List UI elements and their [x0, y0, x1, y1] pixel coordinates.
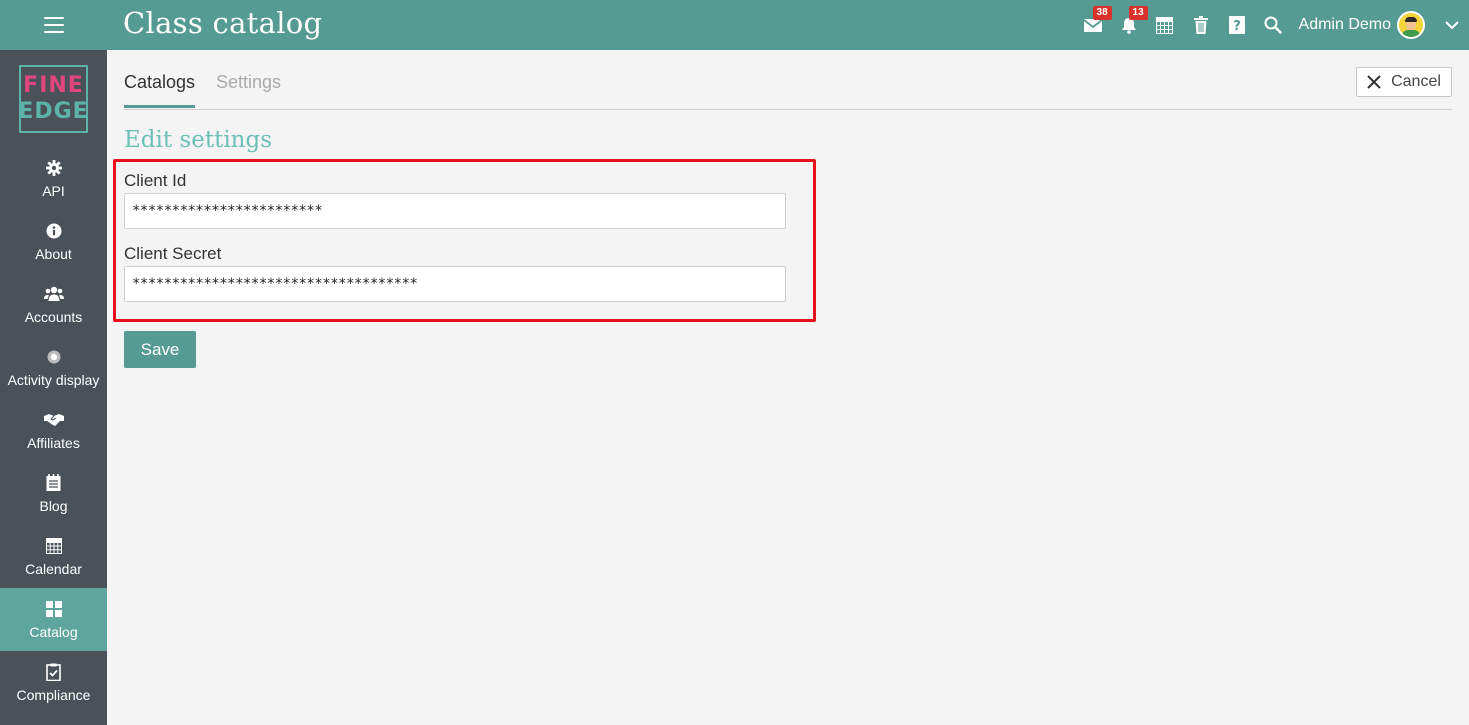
cancel-label: Cancel — [1391, 73, 1441, 90]
sidebar-item-blog[interactable]: Blog — [0, 462, 107, 525]
sidebar-item-calendar[interactable]: Calendar — [0, 525, 107, 588]
grid-icon — [45, 600, 62, 617]
sidebar-item-label: Compliance — [16, 686, 91, 703]
sidebar-item-label: Activity display — [7, 371, 100, 388]
sidebar-item-about[interactable]: About — [0, 210, 107, 273]
messages-button[interactable]: 38 — [1075, 0, 1112, 50]
client-secret-label: Client Secret — [124, 244, 222, 263]
help-icon: ? — [1228, 16, 1245, 34]
tab-bar: Catalogs Settings — [124, 62, 1452, 110]
handshake-icon — [43, 413, 64, 426]
sidebar-item-label: Accounts — [24, 308, 83, 325]
sidebar-item-api[interactable]: API — [0, 147, 107, 210]
sidebar-item-label: About — [35, 245, 72, 262]
cancel-button[interactable]: Cancel — [1356, 67, 1452, 97]
menu-button[interactable] — [0, 0, 107, 50]
tab-catalogs[interactable]: Catalogs — [124, 72, 196, 108]
close-icon — [1367, 75, 1381, 89]
help-button[interactable]: ? — [1219, 0, 1255, 50]
notepad-icon — [46, 474, 61, 491]
header-actions: 38 13 ? Admin Demo — [1075, 0, 1469, 50]
sidebar-item-catalog[interactable]: Catalog — [0, 588, 107, 651]
notifications-badge: 13 — [1128, 6, 1148, 20]
sidebar-nav: API About Accounts Activity display Affi… — [0, 147, 107, 714]
chevron-down-icon — [1445, 20, 1459, 29]
logo-line-2: EDGE — [18, 99, 89, 124]
calendar-icon — [45, 537, 62, 554]
sidebar-item-accounts[interactable]: Accounts — [0, 273, 107, 336]
sidebar-item-affiliates[interactable]: Affiliates — [0, 399, 107, 462]
search-icon — [1264, 16, 1282, 34]
logo-line-1: FINE — [23, 73, 84, 98]
gear-icon — [45, 159, 62, 176]
sidebar-item-label: Calendar — [25, 560, 82, 577]
fine-edge-logo[interactable]: FINE EDGE — [18, 65, 89, 133]
svg-text:?: ? — [1233, 19, 1241, 34]
sidebar-item-compliance[interactable]: Compliance — [0, 651, 107, 714]
messages-badge: 38 — [1092, 6, 1112, 20]
page-title: Class catalog — [123, 6, 323, 40]
section-title: Edit settings — [124, 127, 273, 153]
sidebar-item-label: API — [42, 182, 65, 199]
calendar-button[interactable] — [1147, 0, 1183, 50]
calendar-grid-icon — [1156, 16, 1174, 34]
sidebar: FINE EDGE API About Accounts Activity di… — [0, 50, 107, 725]
sidebar-item-activity-display[interactable]: Activity display — [0, 336, 107, 399]
sidebar-item-label: Catalog — [29, 623, 78, 640]
avatar[interactable] — [1397, 11, 1425, 39]
info-icon — [46, 223, 61, 238]
menu-icon — [43, 17, 64, 33]
save-button[interactable]: Save — [124, 331, 196, 368]
notifications-button[interactable]: 13 — [1111, 0, 1148, 50]
user-menu-toggle[interactable] — [1435, 0, 1469, 50]
client-id-label: Client Id — [124, 171, 187, 190]
tab-settings[interactable]: Settings — [216, 72, 281, 105]
client-id-field[interactable]: ************************ — [124, 193, 786, 229]
sidebar-item-label: Affiliates — [27, 434, 80, 451]
user-name[interactable]: Admin Demo — [1299, 16, 1391, 34]
search-button[interactable] — [1255, 0, 1291, 50]
dot-circle-icon — [47, 350, 60, 363]
sidebar-item-label: Blog — [39, 497, 68, 514]
trash-button[interactable] — [1183, 0, 1219, 50]
client-secret-field[interactable]: ************************************ — [124, 266, 786, 302]
users-icon — [43, 286, 64, 301]
top-bar: Class catalog 38 13 ? Admin Demo — [0, 0, 1469, 50]
trash-icon — [1193, 16, 1208, 34]
clipboard-check-icon — [46, 663, 61, 681]
